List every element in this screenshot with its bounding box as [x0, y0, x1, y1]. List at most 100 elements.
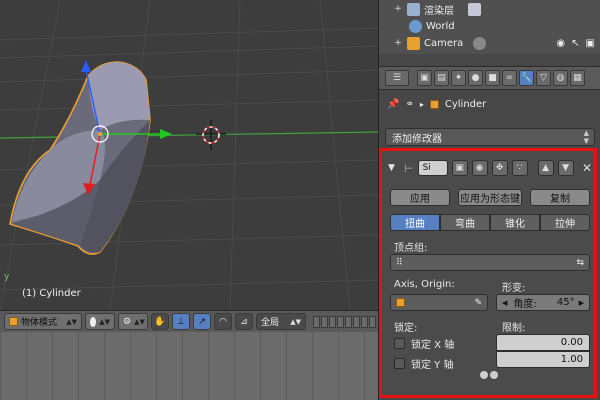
decrease-arrow-icon[interactable]: ◀	[502, 299, 507, 307]
tab-material[interactable]: ◍	[553, 70, 568, 86]
outliner[interactable]: + 渲染层 World + Camera ◉ ↖ ▣	[379, 0, 600, 54]
texture-icon: ▦	[573, 73, 582, 83]
deform-label: 形变:	[502, 283, 526, 294]
copy-button[interactable]: 复制	[530, 189, 590, 206]
increase-arrow-icon[interactable]: ▶	[579, 299, 584, 307]
lock-y-checkbox[interactable]: 锁定 Y 轴	[394, 356, 453, 371]
x-axis-arrow-head[interactable]	[160, 129, 172, 139]
scale-manipulator[interactable]: ⊿	[235, 313, 253, 330]
modifier-type-icon: ⊢	[404, 161, 414, 175]
apply-as-shape-button[interactable]: 应用为形态键	[458, 189, 522, 206]
eye-icon[interactable]: ◉	[556, 38, 565, 49]
translate-manipulator[interactable]: ⊥	[172, 313, 190, 330]
close-icon[interactable]: ✕	[582, 161, 592, 175]
cage-toggle[interactable]: ∵	[511, 160, 528, 176]
tab-modifiers[interactable]: 🔧	[519, 70, 534, 86]
layer-icon	[468, 2, 481, 16]
updown-arrow-icon: ▲▼	[134, 317, 145, 326]
timeline-area[interactable]	[0, 332, 378, 400]
pivot-selector[interactable]: ⚙ ▲▼	[118, 313, 148, 330]
manipulator-toggle[interactable]: ✋	[151, 313, 169, 330]
expand-icon[interactable]: +	[393, 38, 403, 48]
outliner-label: Camera	[424, 37, 464, 49]
arrow-up-icon: ▲	[542, 163, 550, 173]
outliner-row[interactable]: + Camera ◉ ↖ ▣	[379, 34, 600, 52]
add-modifier-label: 添加修改器	[392, 133, 442, 145]
limit-min-field[interactable]: 0.00	[496, 334, 590, 351]
vertex-group-label: 顶点组:	[394, 243, 428, 254]
vertex-group-field[interactable]: ⠿ ⇆	[390, 254, 590, 271]
cube-icon	[429, 99, 439, 109]
sphere-icon	[90, 316, 97, 327]
cylinder-object[interactable]	[9, 61, 151, 255]
render-icon[interactable]: ▣	[586, 38, 595, 49]
collapse-triangle-icon[interactable]: ▼	[388, 163, 400, 173]
scale-icon: ⊿	[240, 316, 248, 327]
lock-x-checkbox[interactable]: 锁定 X 轴	[394, 336, 454, 351]
editor-type-selector[interactable]: ☰	[385, 70, 409, 86]
tab-scene[interactable]: ✦	[451, 70, 466, 86]
camera-object-icon	[407, 36, 420, 50]
move-up-button[interactable]: ▲	[537, 160, 554, 176]
3d-viewport[interactable]: y (1) Cylinder	[0, 0, 378, 310]
breadcrumb-object: Cylinder	[444, 98, 487, 110]
mode-stretch[interactable]: 拉伸	[540, 214, 590, 231]
angle-field[interactable]: ◀ 角度: 45° ▶	[496, 294, 590, 311]
apply-button[interactable]: 应用	[390, 189, 450, 206]
eye-icon: ◉	[475, 163, 484, 173]
mode-taper[interactable]: 锥化	[490, 214, 540, 231]
tab-object[interactable]: ■	[485, 70, 500, 86]
mode-selector[interactable]: 物体模式 ▲▼	[4, 313, 82, 330]
viewport-header: 物体模式 ▲▼ ▲▼ ⚙ ▲▼ ✋ ⊥ ↗ ◠ ⊿ 全局 ▲▼	[0, 310, 378, 332]
tab-world[interactable]: ●	[468, 70, 483, 86]
chevron-right-icon: ▸	[419, 99, 424, 109]
breadcrumb: 📌 ⚭ ▸ Cylinder	[379, 94, 600, 114]
mode-twist[interactable]: 扭曲	[390, 214, 440, 231]
orientation-selector[interactable]: 全局 ▲▼	[256, 313, 306, 330]
expand-icon[interactable]: +	[393, 4, 403, 14]
angle-value: 45°	[556, 297, 575, 308]
viewport-toggle[interactable]: ◉	[471, 160, 488, 176]
outliner-row[interactable]: World	[379, 17, 600, 35]
wrench-icon: 🔧	[520, 73, 533, 83]
shading-selector[interactable]: ▲▼	[85, 313, 115, 330]
tab-constraints[interactable]: ∞	[502, 70, 517, 86]
origin-object-field[interactable]: ✎	[390, 294, 488, 311]
scroll-indicator	[480, 371, 502, 381]
mode-bend[interactable]: 弯曲	[440, 214, 490, 231]
lock-y-label: 锁定 Y 轴	[411, 360, 454, 371]
eyedropper-icon[interactable]: ✎	[474, 298, 482, 308]
modifier-name-field[interactable]: Si	[417, 160, 448, 176]
world-icon	[409, 19, 422, 33]
outliner-scroll-gap	[379, 54, 600, 66]
cube-icon	[396, 298, 405, 307]
swap-arrows-icon[interactable]: ⇆	[576, 258, 584, 268]
x-axis-line	[0, 131, 378, 139]
hand-icon: ✋	[154, 316, 166, 327]
checkbox-box[interactable]	[394, 358, 405, 369]
tab-render-layers[interactable]: ▤	[434, 70, 449, 86]
updown-arrow-icon: ▲▼	[290, 317, 301, 326]
tab-data[interactable]: ▽	[536, 70, 551, 86]
editmode-toggle[interactable]: ✥	[491, 160, 508, 176]
move-down-button[interactable]: ▼	[557, 160, 574, 176]
tab-texture[interactable]: ▦	[570, 70, 585, 86]
lock-label: 锁定:	[394, 323, 418, 334]
cursor-icon[interactable]: ↖	[571, 38, 579, 49]
deform-mode-tabs: 扭曲 弯曲 锥化 拉伸	[390, 214, 590, 231]
add-modifier-dropdown[interactable]: 添加修改器 ▲ ▼	[385, 128, 595, 146]
z-axis-arrow-head[interactable]	[81, 60, 91, 72]
rotate-manipulator[interactable]: ◠	[214, 313, 232, 330]
layer-buttons[interactable]	[313, 315, 376, 328]
tab-render[interactable]: ▣	[417, 70, 432, 86]
chain-icon: ∞	[505, 73, 514, 83]
limit-max-field[interactable]: 1.00	[496, 351, 590, 368]
updown-arrow-icon: ▲▼	[583, 129, 589, 145]
pin-icon[interactable]: 📌	[387, 99, 399, 110]
menu-icon: ☰	[392, 73, 402, 83]
move-manipulator[interactable]: ↗	[193, 313, 211, 330]
outliner-row[interactable]: + 渲染层	[379, 0, 600, 18]
render-toggle[interactable]: ▣	[451, 160, 468, 176]
layers-icon: ▤	[437, 73, 446, 83]
checkbox-box[interactable]	[394, 338, 405, 349]
